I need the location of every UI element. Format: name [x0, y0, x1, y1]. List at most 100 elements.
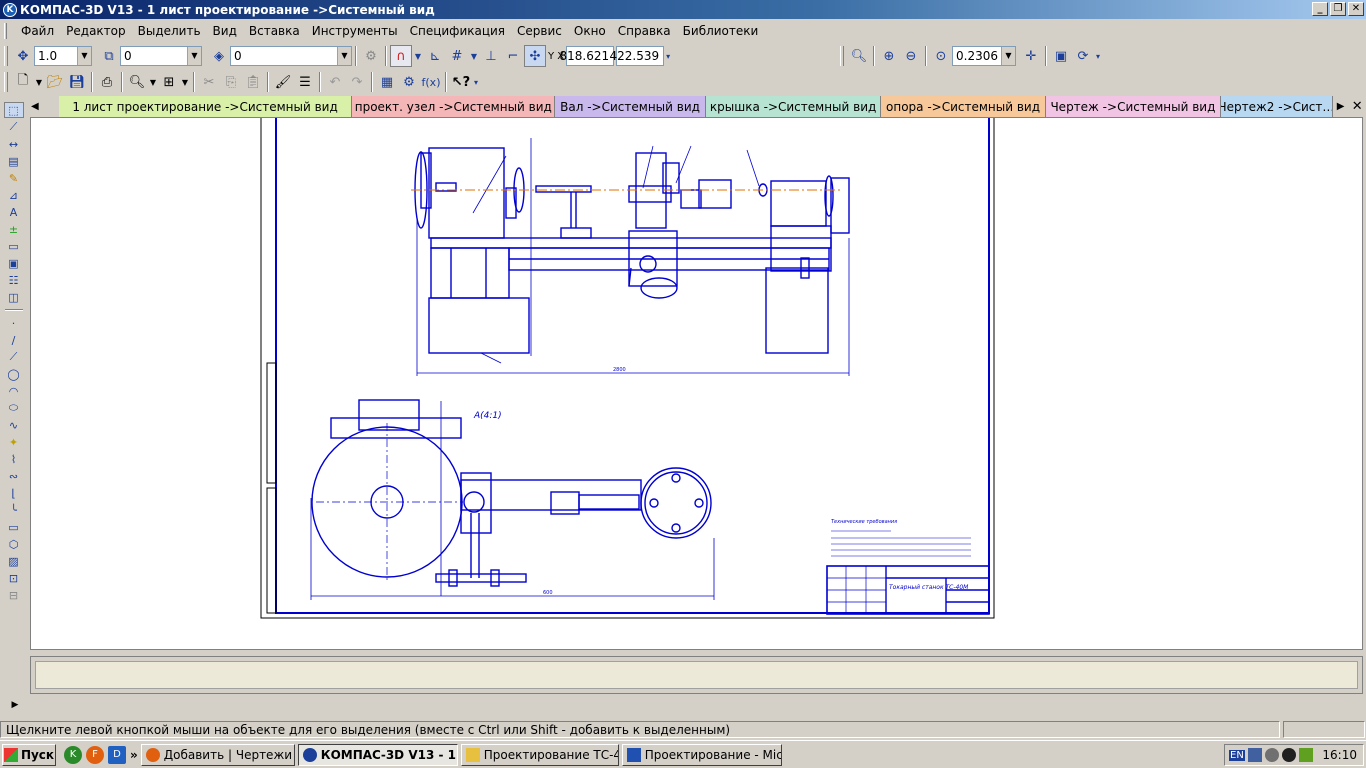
redo-icon[interactable]: ↷ [346, 71, 368, 93]
minimize-button[interactable]: _ [1312, 2, 1328, 16]
menu-libraries[interactable]: Библиотеки [677, 24, 765, 38]
zoom-window-icon[interactable]: 🔍︎ [848, 45, 870, 67]
menu-file[interactable]: Файл [15, 24, 60, 38]
chevron-down-icon[interactable]: ▼ [77, 47, 91, 65]
chamfer-icon[interactable]: ⌊ [4, 485, 24, 501]
tab-project-node[interactable]: проект. узел ->Системный вид [352, 96, 556, 117]
copy-props-icon[interactable]: ⊟ [4, 587, 24, 603]
chevron-down-icon[interactable]: ▼ [187, 47, 201, 65]
library-manager-icon[interactable]: ▦ [376, 71, 398, 93]
zoom-combo[interactable]: 0.2306 ▼ [952, 46, 1016, 66]
language-indicator[interactable]: EN [1229, 749, 1245, 761]
menu-specification[interactable]: Спецификация [404, 24, 511, 38]
properties-list-icon[interactable]: ☰ [294, 71, 316, 93]
hatch-icon[interactable]: ▤ [4, 153, 24, 169]
spline-icon[interactable]: ∿ [4, 417, 24, 433]
toolbar-overflow-icon[interactable]: ▾ [1094, 45, 1102, 67]
quick-launch-more-icon[interactable]: » [130, 748, 138, 762]
function-icon[interactable]: f(x) [420, 71, 442, 93]
toolbar-overflow-icon[interactable]: ▾ [472, 71, 480, 93]
polygon-icon[interactable]: ⬡ [4, 536, 24, 552]
geometry-icon[interactable]: ⟋ [4, 119, 24, 135]
ellipse-icon[interactable]: ⬭ [4, 400, 24, 416]
dimensions-icon[interactable]: ↔ [4, 136, 24, 152]
kompas-launch-icon[interactable]: K [64, 745, 82, 764]
auto-line-icon[interactable]: ✦ [4, 434, 24, 450]
format-painter-icon[interactable]: 🖌︎ [272, 71, 294, 93]
firefox-icon[interactable]: F [86, 745, 104, 764]
show-all-icon[interactable]: ▣ [1050, 45, 1072, 67]
help-pointer-icon[interactable]: ↖? [450, 71, 472, 93]
paste-icon[interactable]: 📋︎ [242, 71, 264, 93]
manager-icon[interactable]: ⊞ [158, 71, 180, 93]
hatch-fill-icon[interactable]: ▨ [4, 553, 24, 569]
edit-icon[interactable]: ✎ [4, 170, 24, 186]
segment-icon[interactable]: ⟋ [4, 349, 24, 365]
speaker-icon[interactable] [1264, 748, 1279, 762]
style-icon[interactable]: ◈ [208, 45, 230, 67]
undo-icon[interactable]: ↶ [324, 71, 346, 93]
tab-drawing[interactable]: Чертеж ->Системный вид [1045, 96, 1222, 117]
point-icon[interactable]: · [4, 315, 24, 331]
tabs-scroll-left-icon[interactable]: ◀ [27, 96, 43, 117]
tab-shaft[interactable]: Вал ->Системный вид [555, 96, 706, 117]
measure-icon[interactable]: ± [4, 221, 24, 237]
clock[interactable]: 16:10 [1322, 748, 1357, 762]
layer-combo[interactable]: 0 ▼ [120, 46, 202, 66]
tabs-scroll-right-icon[interactable]: ▶ [1333, 96, 1349, 117]
tab-drawing2[interactable]: Чертеж2 ->Сист… [1221, 96, 1333, 117]
panel-scroll-right-icon[interactable]: ▶ [0, 700, 30, 714]
polyline-icon[interactable]: ⌇ [4, 451, 24, 467]
select-icon[interactable]: ▭ [4, 238, 24, 254]
spec-icon[interactable]: ☷ [4, 272, 24, 288]
menu-service[interactable]: Сервис [511, 24, 568, 38]
chevron-down-icon[interactable]: ▼ [337, 47, 351, 65]
security-icon[interactable] [1281, 748, 1296, 762]
refresh-icon[interactable]: ⟳ [1072, 45, 1094, 67]
close-button[interactable]: ✕ [1348, 2, 1364, 16]
properties-icon[interactable]: ⚙ [360, 45, 382, 67]
zoom-in-icon[interactable]: ⊕ [878, 45, 900, 67]
layers-icon[interactable]: ⧉ [98, 45, 120, 67]
network-icon[interactable] [1247, 748, 1262, 762]
desktop-icon[interactable]: D [108, 745, 126, 764]
drawing-canvas[interactable]: А(4:1) Токарный станок ТС-40М Технически… [30, 117, 1363, 650]
pan-icon[interactable]: ✛ [1020, 45, 1042, 67]
tab-support[interactable]: опора ->Системный вид [881, 96, 1046, 117]
arc-icon[interactable]: ◠ [4, 383, 24, 399]
parametrization-icon[interactable]: ⊿ [4, 187, 24, 203]
fillet-icon[interactable]: ╰ [4, 502, 24, 518]
menu-help[interactable]: Справка [612, 24, 677, 38]
coord-x-field[interactable]: 818.621 [560, 46, 615, 66]
task-folder[interactable]: Проектирование ТС-40М [460, 743, 619, 766]
copy-icon[interactable]: ⎘ [220, 71, 242, 93]
task-word[interactable]: Проектирование - Micro... [621, 743, 782, 766]
select-tool-icon[interactable]: ⬚ [3, 102, 24, 118]
grid-icon[interactable]: # [446, 45, 468, 67]
new-document-icon[interactable]: 🗋 [12, 71, 34, 93]
menu-select[interactable]: Выделить [132, 24, 207, 38]
menu-tools[interactable]: Инструменты [306, 24, 404, 38]
scale-combo[interactable]: 1.0 ▼ [34, 46, 92, 66]
ortho-icon[interactable]: ⊾ [424, 45, 446, 67]
local-cs-icon[interactable]: ⊥ [480, 45, 502, 67]
nvidia-icon[interactable] [1298, 748, 1313, 762]
contour-icon[interactable]: ⊡ [4, 570, 24, 586]
toolbar-grip[interactable] [4, 46, 8, 66]
toolbar-grip[interactable] [4, 72, 8, 92]
preview-icon[interactable]: 🔍︎ [126, 71, 148, 93]
print-icon[interactable]: ⎙ [96, 71, 118, 93]
style-combo[interactable]: 0 ▼ [230, 46, 352, 66]
task-firefox[interactable]: Добавить | Чертежи в ... [140, 743, 295, 766]
snap-point-icon[interactable]: ✥ [12, 45, 34, 67]
menu-view[interactable]: Вид [207, 24, 243, 38]
bezier-icon[interactable]: ∾ [4, 468, 24, 484]
ortho-mode-icon[interactable]: ⌐ [502, 45, 524, 67]
start-button[interactable]: Пуск [2, 743, 56, 766]
cut-icon[interactable]: ✂ [198, 71, 220, 93]
tab-cover[interactable]: крышка ->Системный вид [705, 96, 882, 117]
rectangle-icon[interactable]: ▭ [4, 519, 24, 535]
save-icon[interactable]: 💾︎ [66, 71, 88, 93]
open-folder-icon[interactable]: 📂︎ [44, 71, 66, 93]
chevron-down-icon[interactable]: ▼ [468, 45, 480, 67]
